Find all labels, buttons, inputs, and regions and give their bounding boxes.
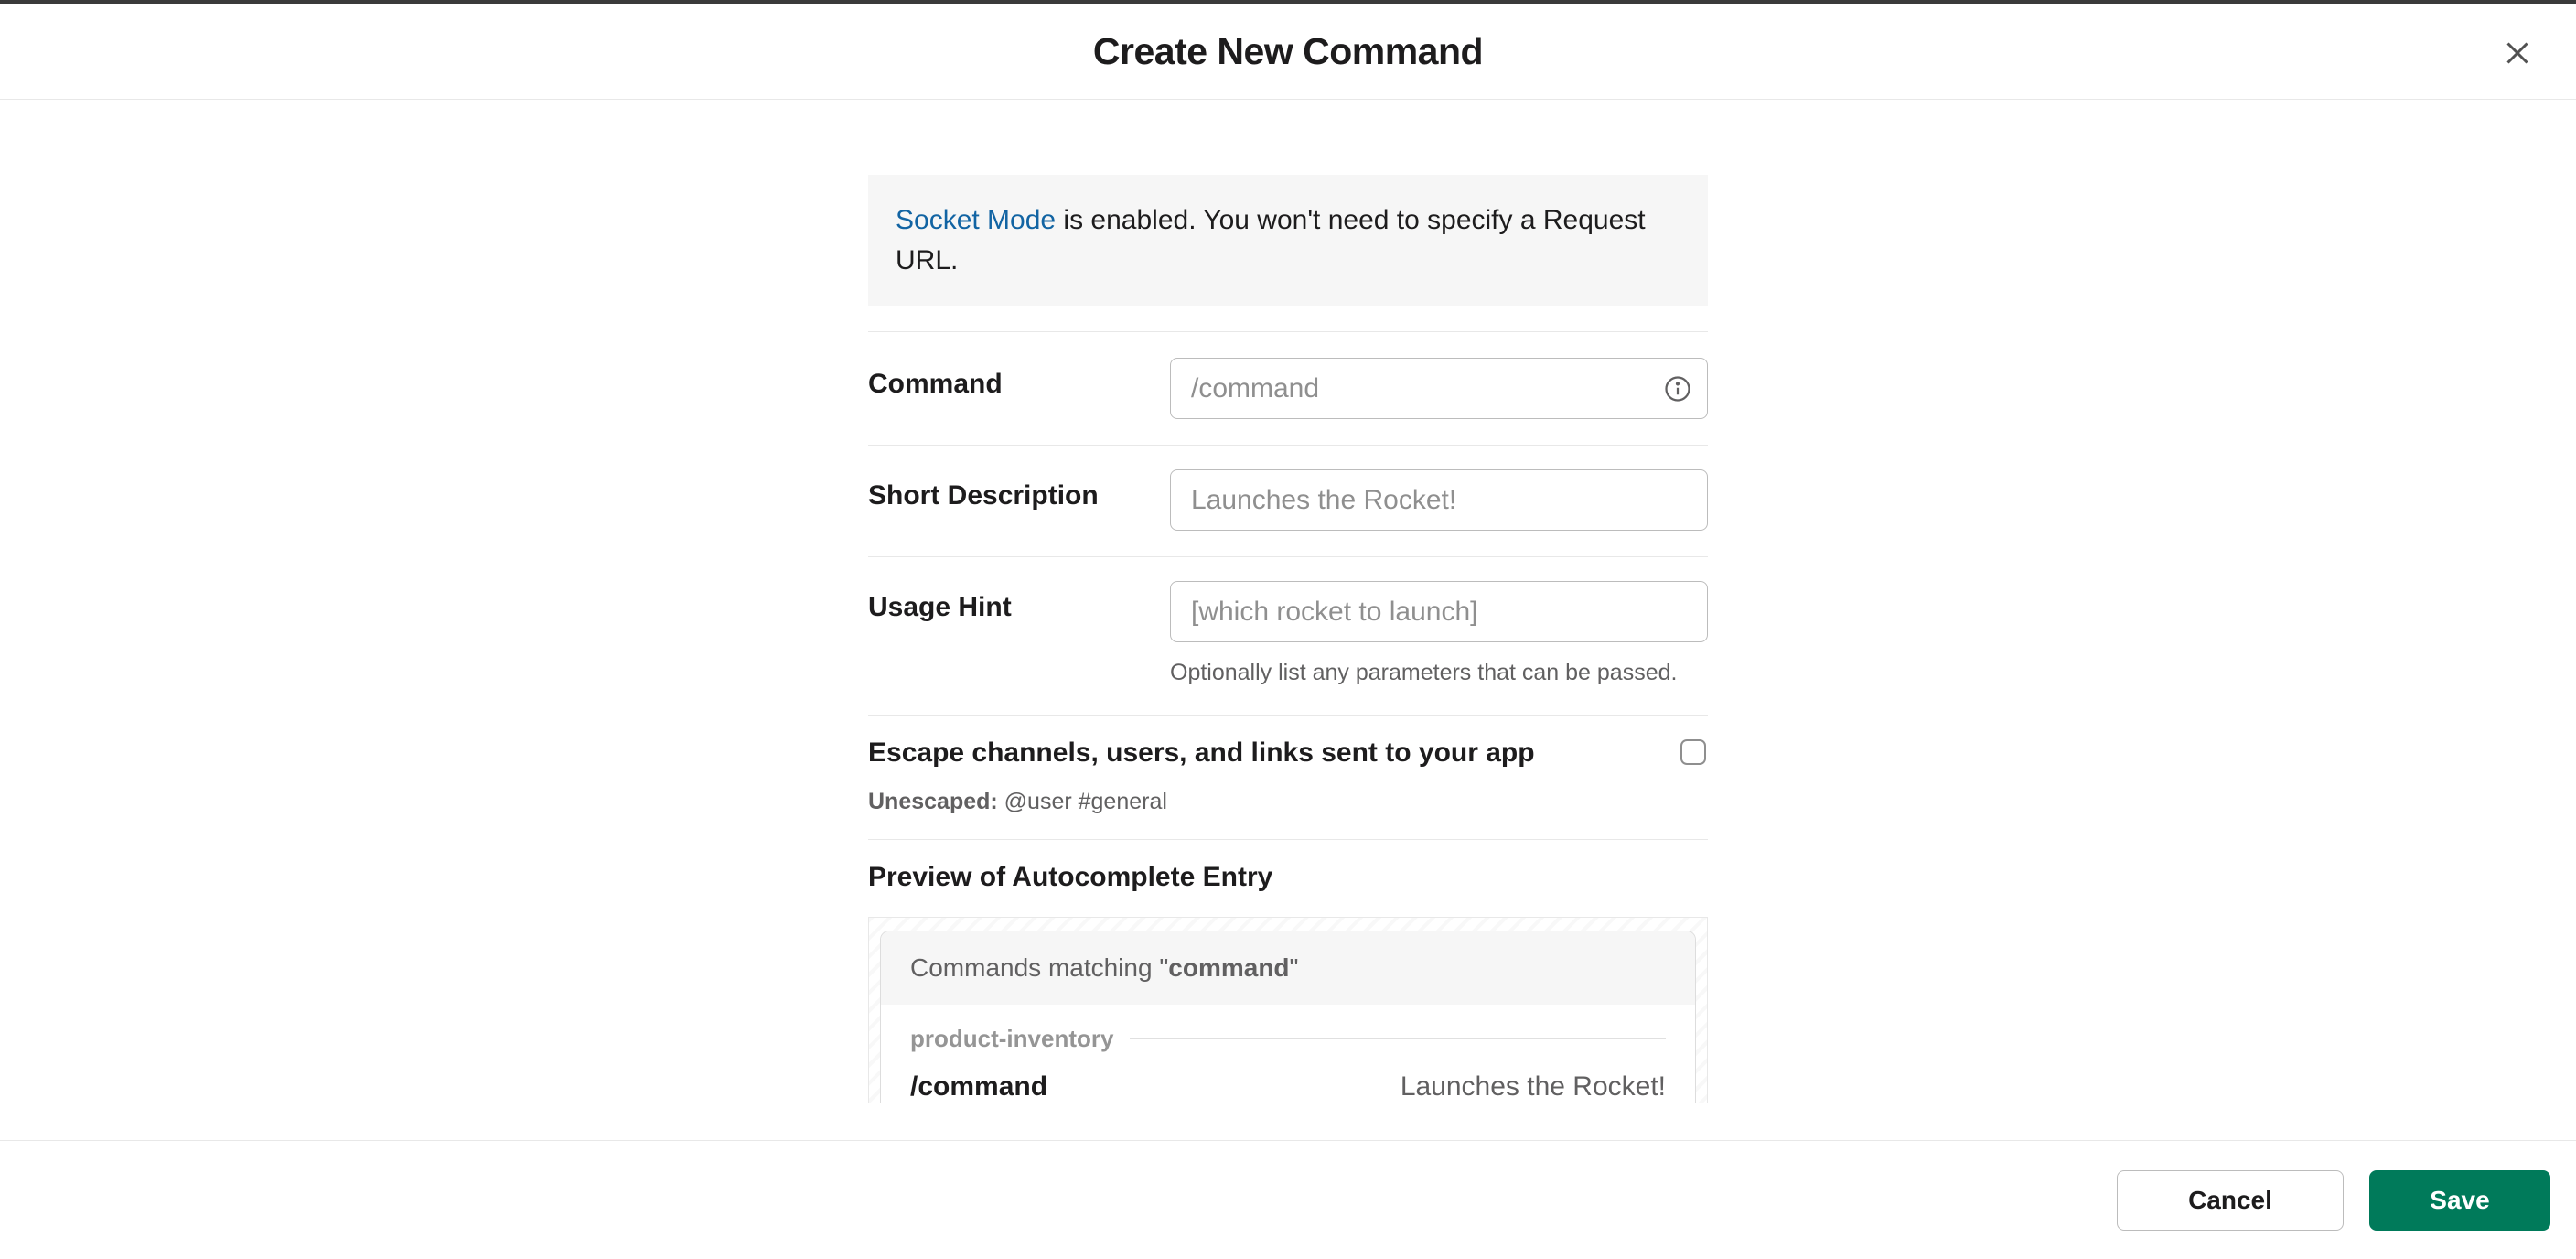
modal-footer: Cancel Save [0,1140,2576,1259]
escape-row: Escape channels, users, and links sent t… [868,716,1708,840]
escape-subtext: Unescaped: @user #general [868,789,1708,815]
close-icon [2501,37,2534,70]
command-label: Command [868,369,1003,399]
command-row: Command [868,332,1708,446]
usage-hint-row: Usage Hint Optionally list any parameter… [868,557,1708,716]
preview-match-prefix: Commands matching " [910,953,1168,982]
short-description-row: Short Description [868,446,1708,557]
preview-cmd-desc: Launches the Rocket! [1401,1071,1666,1103]
socket-mode-link[interactable]: Socket Mode [896,205,1056,235]
modal-header: Create New Command [0,4,2576,100]
preview-match-suffix: " [1290,953,1299,982]
usage-hint-help: Optionally list any parameters that can … [1170,657,1708,689]
preview-title: Preview of Autocomplete Entry [868,862,1708,893]
preview-app-divider [1130,1038,1666,1039]
usage-hint-label: Usage Hint [868,592,1012,622]
escape-sub-value: @user #general [998,789,1167,814]
modal-body: Socket Mode is enabled. You won't need t… [0,100,2576,1140]
escape-label: Escape channels, users, and links sent t… [868,737,1535,769]
short-description-label: Short Description [868,480,1099,511]
preview-section: Preview of Autocomplete Entry Commands m… [868,840,1708,1103]
preview-frame: Commands matching "command" product-inve… [868,917,1708,1103]
preview-app-row: product-inventory [910,1005,1666,1060]
preview-inner: Commands matching "command" product-inve… [880,931,1696,1103]
command-input[interactable] [1170,358,1708,419]
preview-match-term: command [1168,953,1289,982]
modal-title: Create New Command [1093,30,1483,73]
info-icon[interactable] [1664,375,1691,403]
preview-cmd-row: /command Launches the Rocket! [910,1060,1666,1103]
escape-checkbox[interactable] [1680,739,1706,765]
save-button[interactable]: Save [2369,1170,2550,1231]
cancel-button[interactable]: Cancel [2117,1170,2344,1231]
preview-cmd-name: /command [910,1071,1047,1103]
form-wrapper: Socket Mode is enabled. You won't need t… [868,175,1708,1140]
short-description-input[interactable] [1170,469,1708,531]
close-button[interactable] [2497,33,2538,73]
preview-match-header: Commands matching "command" [881,931,1695,1005]
socket-mode-banner: Socket Mode is enabled. You won't need t… [868,175,1708,306]
usage-hint-input[interactable] [1170,581,1708,642]
escape-sub-prefix: Unescaped: [868,789,998,814]
preview-app-name: product-inventory [910,1025,1113,1053]
